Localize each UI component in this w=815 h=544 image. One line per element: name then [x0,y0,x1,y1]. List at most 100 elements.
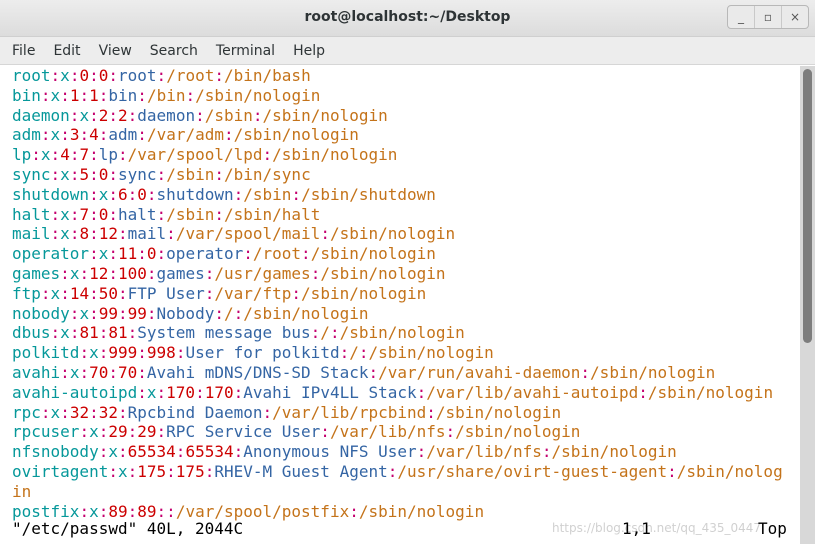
menu-edit[interactable]: Edit [53,43,80,59]
maximize-icon[interactable]: ▫ [754,6,781,28]
line-segment: : [60,263,70,283]
line-segment: : [137,382,147,402]
line-segment: 81 [108,323,128,343]
title-bar[interactable]: root@localhost:~/Desktop _ ▫ × [0,0,815,37]
line-segment: 29 [137,422,157,442]
line-segment: : [79,362,90,382]
line-segment: x [69,263,80,283]
close-icon[interactable]: × [781,6,808,28]
line-segment: : [118,224,128,244]
menu-search[interactable]: Search [150,43,198,59]
line-segment: /var/adm [146,125,224,145]
file-line: operator:x:11:0:operator:/root:/sbin/nol… [12,244,783,264]
file-line: bin:x:1:1:bin:/bin:/sbin/nologin [12,86,783,106]
vertical-scrollbar[interactable] [800,66,815,544]
line-segment: 70 [118,362,138,382]
menu-view[interactable]: View [99,43,132,59]
file-line: lp:x:4:7:lp:/var/spool/lpd:/sbin/nologin [12,145,783,165]
line-segment: : [204,263,215,283]
line-segment: /root [166,66,215,85]
line-segment: 29 [108,422,128,442]
line-segment: : [98,343,109,363]
line-segment: /var/spool/mail [175,224,321,244]
line-segment: : [50,323,61,343]
line-segment: /sbin/nologin [590,362,716,382]
menu-terminal[interactable]: Terminal [216,43,275,59]
line-segment: System message bus [137,323,311,343]
line-segment: : [416,442,427,462]
line-segment: /sbin/nologin [262,105,388,125]
line-segment: 4 [89,125,99,145]
line-segment: 0 [137,184,147,204]
line-segment: : [108,164,119,184]
line-segment: : [89,164,99,184]
file-line: avahi-autoipd:x:170:170:Avahi IPv4LL Sta… [12,383,783,403]
line-segment: 99 [98,303,118,323]
line-segment: : [98,125,109,145]
file-line: ovirtagent:x:175:175:RHEV-M Guest Agent:… [12,462,783,482]
line-segment: : [204,461,215,481]
line-segment: : [137,343,147,363]
line-segment: ftp [12,283,41,303]
line-segment: 4 [60,145,70,165]
line-segment: : [89,204,99,224]
line-segment: x [79,105,90,125]
minimize-icon[interactable]: _ [728,6,754,28]
line-segment: : [79,125,90,145]
terminal-area[interactable]: root:x:0:0:root:/root:/bin/bash bin:x:1:1… [0,66,800,544]
line-segment: RPC Service User [166,422,321,442]
menu-file[interactable]: File [12,43,35,59]
line-segment: Avahi IPv4LL Stack [243,382,417,402]
menu-help[interactable]: Help [293,43,325,59]
line-segment: : [89,224,99,244]
line-segment: : [175,343,186,363]
line-segment: : [156,501,167,521]
line-segment: : [108,184,118,204]
line-segment: : [166,461,176,481]
line-segment: : [69,105,80,125]
scrollbar-thumb[interactable] [803,69,812,343]
file-line: rpcuser:x:29:29:RPC Service User:/var/li… [12,422,783,442]
line-segment: : [262,402,273,422]
file-line: nfsnobody:x:65534:65534:Anonymous NFS Us… [12,442,783,462]
line-segment: postfix [12,501,80,521]
line-segment: : [310,263,321,283]
line-segment: /var/run/avahi-daemon [378,362,581,382]
line-segment: : [79,343,90,363]
line-segment: : [50,145,61,165]
line-segment: : [387,461,398,481]
line-segment: 170 [166,382,196,402]
line-segment: : [638,382,648,402]
line-segment: : [320,422,330,442]
line-segment: /root [252,244,302,264]
line-segment: / [223,303,234,323]
line-segment: : [108,105,118,125]
line-segment: x [98,184,109,204]
line-segment: 11 [117,244,138,264]
line-segment: : [127,461,138,481]
line-segment: x [60,204,70,224]
line-segment: : [252,105,263,125]
line-segment: : [89,244,99,264]
line-segment: RHEV-M Guest Agent [214,461,388,481]
line-segment: /sbin/nologin [243,303,369,323]
line-segment: Anonymous NFS User [243,442,417,462]
line-segment: 175 [175,461,205,481]
line-segment: 0 [79,66,90,85]
line-segment: : [358,343,369,363]
line-segment: : [40,125,51,145]
line-segment: : [137,244,147,264]
line-segment: x [50,125,61,145]
line-segment: : [127,422,138,442]
line-segment: x [108,442,118,462]
line-segment: : [233,382,244,402]
line-segment: 89 [137,501,157,521]
line-segment: games [12,263,61,283]
line-segment: 170 [204,382,234,402]
line-segment: 12 [89,263,109,283]
status-scroll-indicator: Top [758,519,787,538]
file-line: ftp:x:14:50:FTP User:/var/ftp:/sbin/nolo… [12,284,783,304]
line-segment: : [40,402,51,422]
line-segment: /sbin/nologin [435,402,562,422]
line-segment: : [89,283,99,303]
